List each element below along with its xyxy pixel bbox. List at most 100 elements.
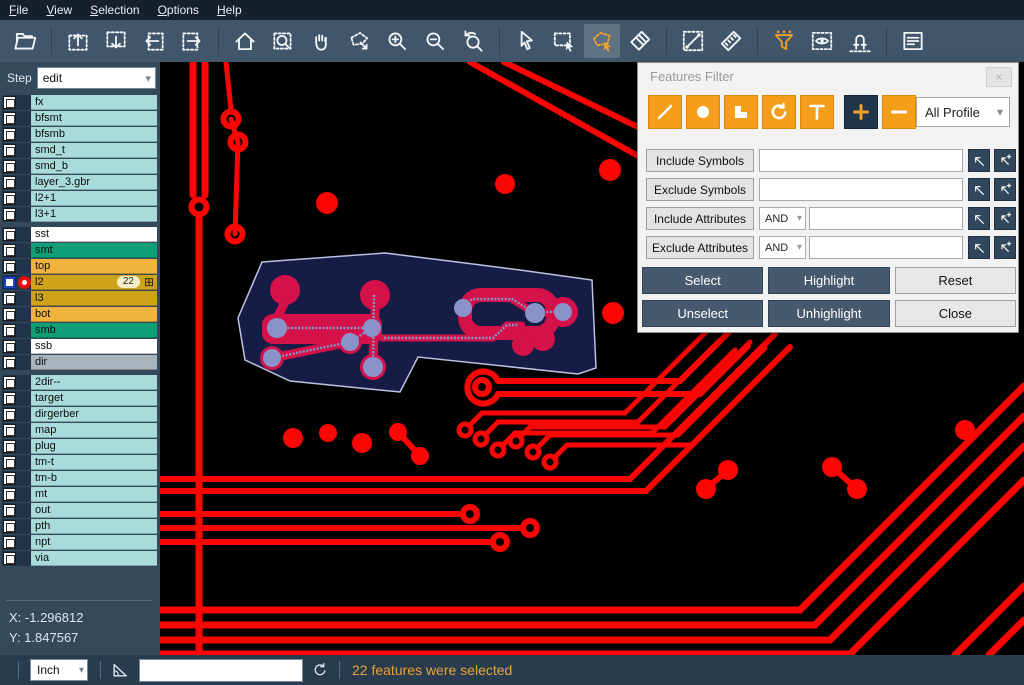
- zoom-home-button[interactable]: [227, 24, 263, 58]
- zoom-out-button[interactable]: [417, 24, 453, 58]
- pick-add-button[interactable]: [994, 236, 1016, 259]
- layer-name-bar[interactable]: map: [31, 423, 157, 438]
- menu-file[interactable]: File: [0, 1, 37, 19]
- zoom-area-button[interactable]: [265, 24, 301, 58]
- and-or-select[interactable]: AND▾: [759, 207, 806, 230]
- layer-row-bfsmb[interactable]: bfsmb: [2, 127, 157, 142]
- menu-selection[interactable]: Selection: [81, 1, 148, 19]
- filter-text-button[interactable]: [800, 95, 834, 129]
- unhighlight-button[interactable]: Unhighlight: [768, 300, 889, 327]
- filter-surfaces-button[interactable]: [724, 95, 758, 129]
- and-or-select[interactable]: AND▾: [759, 236, 806, 259]
- pick-add-button[interactable]: [994, 178, 1016, 201]
- layer-checkbox[interactable]: [3, 472, 16, 485]
- layer-row-fx[interactable]: fx: [2, 95, 157, 110]
- layer-checkbox[interactable]: [3, 160, 16, 173]
- pan-up-button[interactable]: [60, 24, 96, 58]
- zoom-in-button[interactable]: [379, 24, 415, 58]
- layer-row-pth[interactable]: pth: [2, 519, 157, 534]
- layer-checkbox[interactable]: [3, 536, 16, 549]
- ruler-button[interactable]: [713, 24, 749, 58]
- layer-checkbox[interactable]: [3, 552, 16, 565]
- layer-name-bar[interactable]: bot: [31, 307, 157, 322]
- close-button[interactable]: Close: [895, 300, 1016, 327]
- layer-checkbox[interactable]: [3, 228, 16, 241]
- pick-add-button[interactable]: [994, 149, 1016, 172]
- remove-filter-button[interactable]: [882, 95, 916, 129]
- dialog-titlebar[interactable]: Features Filter ×: [638, 63, 1018, 89]
- layer-name-bar[interactable]: bfsmt: [31, 111, 157, 126]
- unit-select[interactable]: Inch ▾: [30, 659, 88, 681]
- layer-row-bfsmt[interactable]: bfsmt: [2, 111, 157, 126]
- pan-right-button[interactable]: [174, 24, 210, 58]
- filter-arcs-button[interactable]: [762, 95, 796, 129]
- layer-name-bar[interactable]: tm-b: [31, 471, 157, 486]
- layer-name-bar[interactable]: layer_3.gbr: [31, 175, 157, 190]
- layer-name-bar[interactable]: top: [31, 259, 157, 274]
- layer-row-sst[interactable]: sst: [2, 227, 157, 242]
- layer-checkbox[interactable]: [3, 308, 16, 321]
- layer-checkbox[interactable]: [3, 244, 16, 257]
- layer-row-plug[interactable]: plug: [2, 439, 157, 454]
- layer-checkbox[interactable]: [3, 276, 16, 289]
- layer-name-bar[interactable]: smb: [31, 323, 157, 338]
- layer-name-bar[interactable]: out: [31, 503, 157, 518]
- layer-checkbox[interactable]: [3, 424, 16, 437]
- layer-checkbox[interactable]: [3, 440, 16, 453]
- layer-row-dir[interactable]: dir: [2, 355, 157, 370]
- layer-name-bar[interactable]: dirgerber: [31, 407, 157, 422]
- layer-checkbox[interactable]: [3, 208, 16, 221]
- profile-select[interactable]: All Profile ▾: [916, 97, 1010, 127]
- layer-row-ssb[interactable]: ssb: [2, 339, 157, 354]
- menu-view[interactable]: View: [37, 1, 81, 19]
- layer-checkbox[interactable]: [3, 376, 16, 389]
- layer-checkbox[interactable]: [3, 488, 16, 501]
- exclude-attributes-button[interactable]: Exclude Attributes: [646, 236, 754, 259]
- layer-row-l3+1[interactable]: l3+1: [2, 207, 157, 222]
- snap-button[interactable]: [842, 24, 878, 58]
- layer-name-bar[interactable]: fx: [31, 95, 157, 110]
- layer-checkbox[interactable]: [3, 520, 16, 533]
- layer-name-bar[interactable]: npt: [31, 535, 157, 550]
- layer-row-map[interactable]: map: [2, 423, 157, 438]
- menu-options[interactable]: Options: [149, 1, 208, 19]
- layer-checkbox[interactable]: [3, 260, 16, 273]
- layer-name-bar[interactable]: l3+1: [31, 207, 157, 222]
- pick-button[interactable]: [968, 149, 990, 172]
- layer-checkbox[interactable]: [3, 292, 16, 305]
- layer-row-tm-t[interactable]: tm-t: [2, 455, 157, 470]
- layer-row-npt[interactable]: npt: [2, 535, 157, 550]
- layer-checkbox[interactable]: [3, 128, 16, 141]
- layer-checkbox[interactable]: [3, 356, 16, 369]
- layer-checkbox[interactable]: [3, 96, 16, 109]
- layer-name-bar[interactable]: smd_t: [31, 143, 157, 158]
- corner-angle-icon[interactable]: [110, 660, 130, 680]
- close-icon[interactable]: ×: [986, 67, 1012, 87]
- pick-button[interactable]: [968, 236, 990, 259]
- include-symbols-button[interactable]: Include Symbols: [646, 149, 754, 172]
- add-filter-button[interactable]: [844, 95, 878, 129]
- layer-name-bar[interactable]: sst: [31, 227, 157, 242]
- layer-row-smb[interactable]: smb: [2, 323, 157, 338]
- layer-checkbox[interactable]: [3, 324, 16, 337]
- command-input[interactable]: [139, 659, 303, 682]
- grid-icon[interactable]: ⊞: [140, 276, 157, 289]
- layer-checkbox[interactable]: [3, 112, 16, 125]
- layer-name-bar[interactable]: ssb: [31, 339, 157, 354]
- layer-row-mt[interactable]: mt: [2, 487, 157, 502]
- layer-name-bar[interactable]: via: [31, 551, 157, 566]
- layer-name-bar[interactable]: target: [31, 391, 157, 406]
- view-options-button[interactable]: [804, 24, 840, 58]
- step-select[interactable]: edit ▾: [37, 67, 156, 89]
- layer-checkbox[interactable]: [3, 408, 16, 421]
- menu-help[interactable]: Help: [208, 1, 251, 19]
- layer-name-bar[interactable]: l3: [31, 291, 157, 306]
- pick-add-button[interactable]: [994, 207, 1016, 230]
- layer-checkbox[interactable]: [3, 340, 16, 353]
- layer-name-bar[interactable]: plug: [31, 439, 157, 454]
- zoom-polygon-button[interactable]: [341, 24, 377, 58]
- select-rectangle-button[interactable]: [546, 24, 582, 58]
- layer-row-l3[interactable]: l3: [2, 291, 157, 306]
- open-file-button[interactable]: [7, 24, 43, 58]
- reset-button[interactable]: Reset: [895, 267, 1016, 294]
